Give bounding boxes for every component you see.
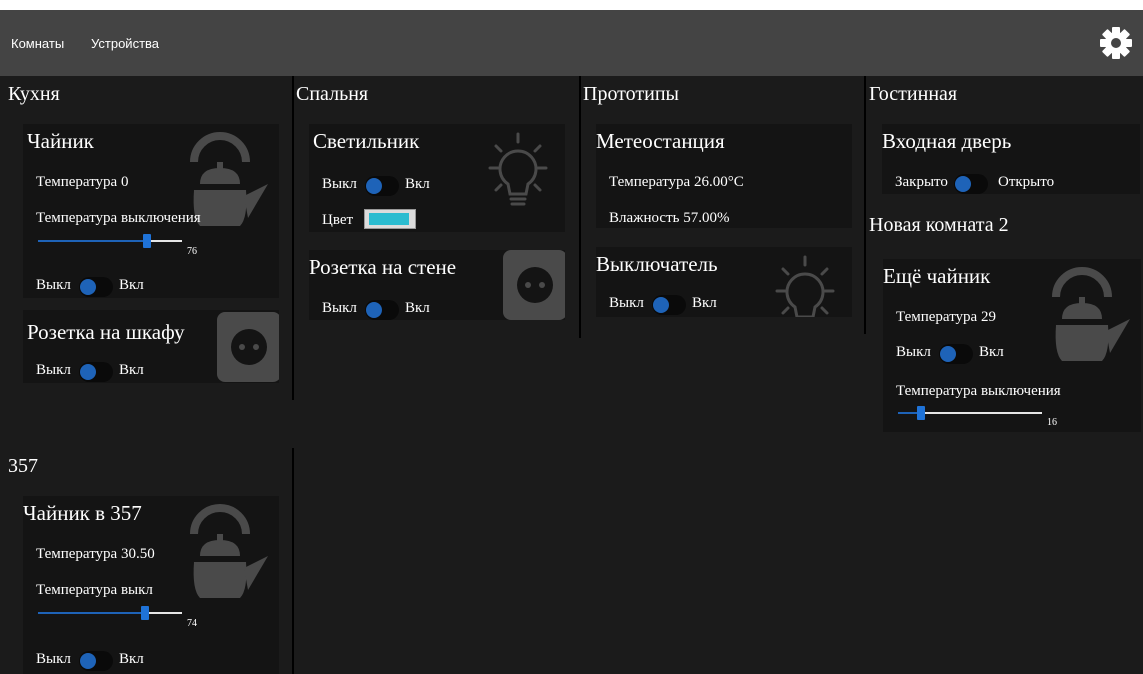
device-card-weather-station: Метеостанция Температура 26.00°C Влажнос… xyxy=(596,124,852,228)
device-title: Метеостанция xyxy=(596,129,725,153)
gear-icon[interactable] xyxy=(1099,26,1133,60)
socket-icon xyxy=(503,250,565,320)
device-card-lamp: Светильник Выкл Вкл Цвет xyxy=(309,124,565,232)
off-temperature-slider[interactable] xyxy=(38,234,182,248)
device-title: Розетка на стене xyxy=(309,255,457,279)
column-divider xyxy=(579,76,581,338)
power-toggle[interactable] xyxy=(365,300,399,320)
room-title-357: 357 xyxy=(8,455,38,477)
kettle-icon xyxy=(186,498,278,606)
device-title: Чайник в 357 xyxy=(23,501,142,525)
toggle-off-label: Закрыто xyxy=(895,174,948,190)
power-toggle[interactable] xyxy=(79,362,113,382)
toggle-off-label: Выкл xyxy=(322,176,357,192)
toggle-off-label: Выкл xyxy=(36,651,71,667)
toggle-off-label: Выкл xyxy=(36,362,71,378)
toggle-on-label: Вкл xyxy=(119,362,144,378)
toggle-off-label: Выкл xyxy=(322,300,357,316)
kettle-icon xyxy=(1048,261,1140,369)
toggle-on-label: Открыто xyxy=(998,174,1055,190)
toggle-on-label: Вкл xyxy=(119,651,144,667)
door-toggle[interactable] xyxy=(954,174,988,194)
device-card-door: Входная дверь Закрыто Открыто xyxy=(882,124,1140,194)
color-label: Цвет xyxy=(322,212,354,228)
room-title-bedroom: Спальня xyxy=(296,83,369,105)
slider-value: 76 xyxy=(187,246,197,257)
temperature-text: Температура 26.00°C xyxy=(609,174,744,190)
power-toggle[interactable] xyxy=(652,295,686,315)
socket-icon xyxy=(217,312,279,382)
off-temperature-slider[interactable] xyxy=(898,406,1042,420)
app-window: Комнаты Устройства Кухня Чайник Температ… xyxy=(0,10,1143,674)
device-title: Выключатель xyxy=(596,252,718,276)
toggle-off-label: Выкл xyxy=(609,295,644,311)
device-title: Ещё чайник xyxy=(883,264,991,288)
device-card-socket: Розетка на шкафу Выкл Вкл xyxy=(23,310,279,383)
room-title-living: Гостинная xyxy=(869,83,958,105)
device-card-switch: Выключатель Выкл Вкл xyxy=(596,247,852,317)
top-bar: Комнаты Устройства xyxy=(0,10,1143,76)
room-title-prototypes: Прототипы xyxy=(583,83,679,105)
slider-value: 74 xyxy=(187,618,197,629)
column-divider xyxy=(864,76,866,334)
toggle-off-label: Выкл xyxy=(896,344,931,360)
device-title: Светильник xyxy=(313,129,420,153)
color-picker[interactable] xyxy=(364,209,416,229)
device-card-kettle: Чайник в 357 Температура 30.50 Температу… xyxy=(23,496,279,674)
toggle-off-label: Выкл xyxy=(36,277,71,293)
humidity-text: Влажность 57.00% xyxy=(609,210,730,226)
toggle-on-label: Вкл xyxy=(692,295,717,311)
off-temperature-label: Температура выключения xyxy=(896,383,1061,399)
column-divider xyxy=(292,448,294,674)
nav-rooms[interactable]: Комнаты xyxy=(11,36,64,51)
off-temperature-label: Температура выключения xyxy=(36,210,201,226)
room-title-kitchen: Кухня xyxy=(8,83,60,105)
device-title: Чайник xyxy=(27,129,94,153)
nav-devices[interactable]: Устройства xyxy=(91,36,159,51)
temperature-text: Температура 0 xyxy=(36,174,129,190)
power-toggle[interactable] xyxy=(79,277,113,297)
power-toggle[interactable] xyxy=(939,344,973,364)
room-title-newroom: Новая комната 2 xyxy=(869,214,1009,236)
power-toggle[interactable] xyxy=(365,176,399,196)
device-card-kettle: Ещё чайник Температура 29 Выкл Вкл Темпе… xyxy=(883,259,1141,432)
toggle-on-label: Вкл xyxy=(979,344,1004,360)
toggle-on-label: Вкл xyxy=(119,277,144,293)
temperature-text: Температура 30.50 xyxy=(36,546,155,562)
slider-value: 16 xyxy=(1047,417,1057,428)
device-card-kettle: Чайник Температура 0 Температура выключе… xyxy=(23,124,279,298)
device-card-socket: Розетка на стене Выкл Вкл xyxy=(309,250,565,320)
toggle-on-label: Вкл xyxy=(405,300,430,316)
power-toggle[interactable] xyxy=(79,651,113,671)
off-temperature-slider[interactable] xyxy=(38,606,182,620)
lightbulb-icon xyxy=(775,255,835,317)
device-title: Розетка на шкафу xyxy=(27,320,185,344)
column-divider xyxy=(292,76,294,400)
toggle-on-label: Вкл xyxy=(405,176,430,192)
off-temperature-label: Температура выкл xyxy=(36,582,153,598)
lightbulb-icon xyxy=(488,132,548,206)
device-title: Входная дверь xyxy=(882,129,1012,153)
temperature-text: Температура 29 xyxy=(896,309,996,325)
